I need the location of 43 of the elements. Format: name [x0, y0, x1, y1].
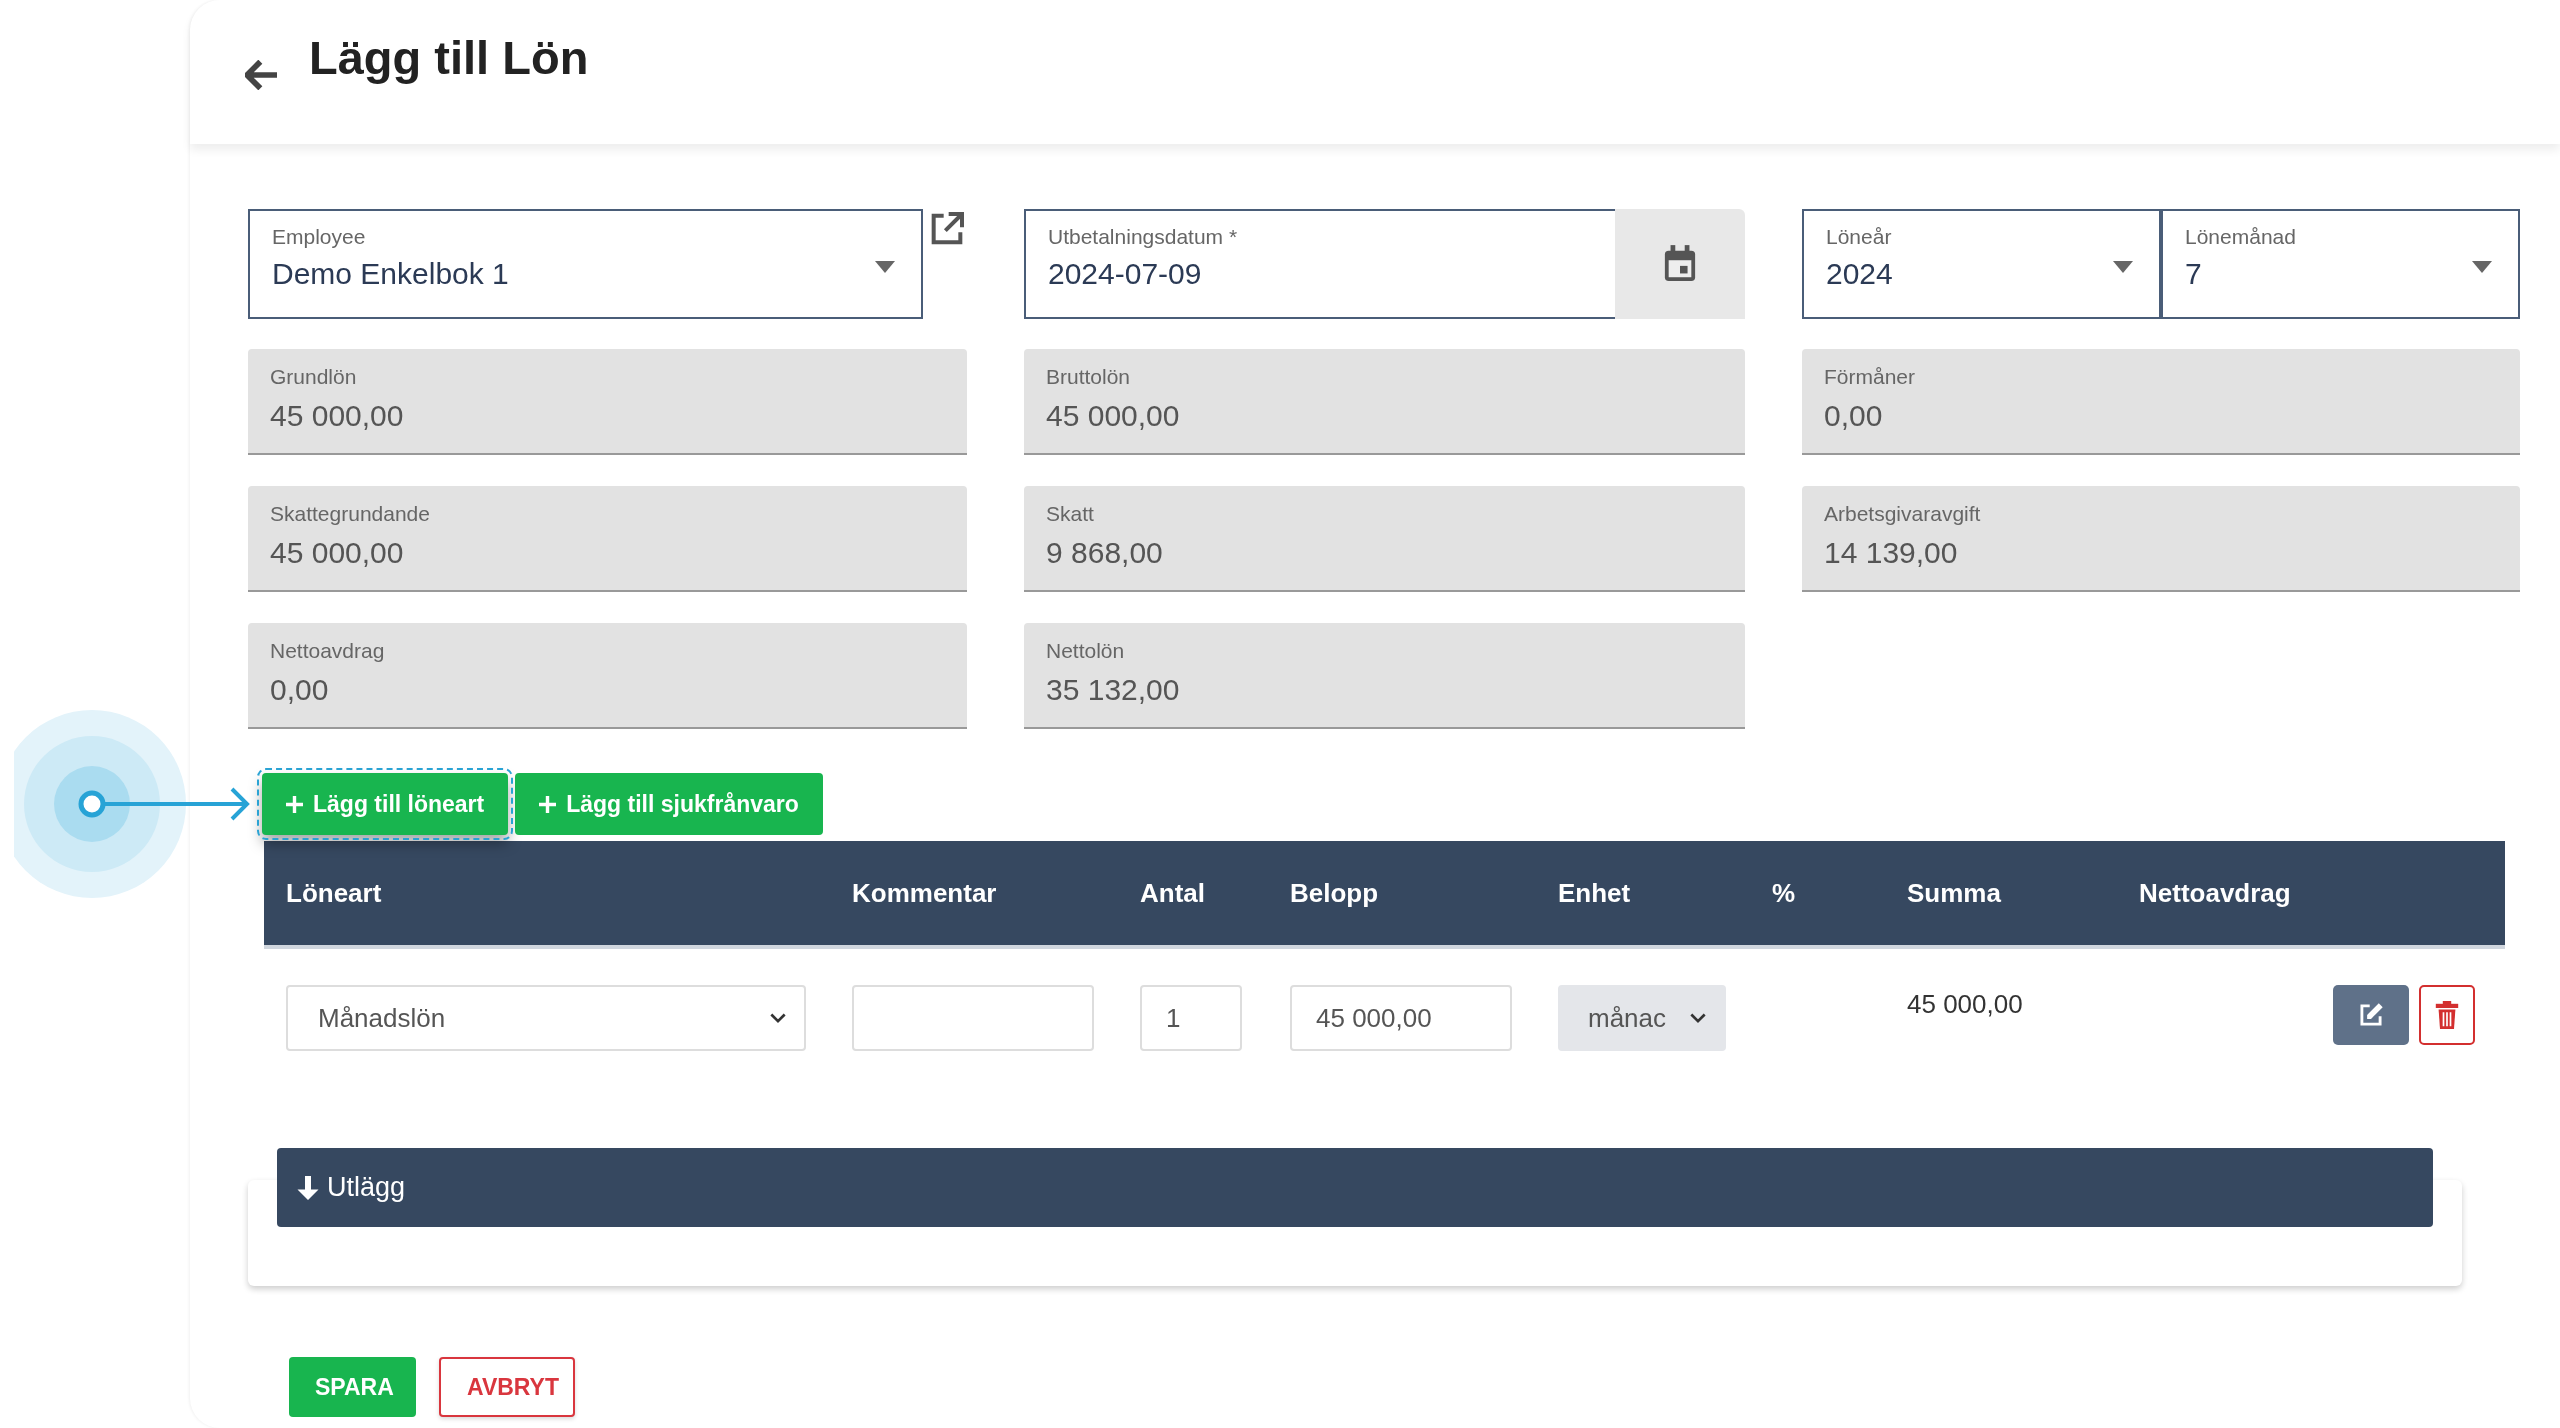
expenses-header[interactable]: Utlägg	[277, 1148, 2433, 1227]
page-title: Lägg till Lön	[309, 29, 589, 85]
caret-down-icon	[2113, 261, 2133, 273]
column-header: Belopp	[1268, 841, 1536, 947]
month-select[interactable]: Lönemånad 7	[2161, 209, 2520, 319]
column-header: Summa	[1885, 841, 2117, 947]
calendar-button[interactable]	[1615, 209, 1745, 319]
back-arrow-icon[interactable]	[245, 60, 279, 90]
column-header: Enhet	[1536, 841, 1750, 947]
column-header: %	[1750, 841, 1885, 947]
edit-icon	[2358, 1001, 2384, 1029]
readonly-field: Skatt 9 868,00	[1024, 486, 1745, 592]
calendar-icon	[1663, 245, 1697, 283]
cancel-button[interactable]: AVBRYT	[439, 1357, 575, 1417]
plus-icon	[286, 795, 303, 813]
down-arrow-icon	[297, 1175, 319, 1200]
readonly-field: Nettoavdrag 0,00	[248, 623, 967, 729]
delete-button[interactable]	[2419, 985, 2475, 1045]
employee-select[interactable]: Employee Demo Enkelbok 1	[248, 209, 923, 319]
plus-icon	[539, 795, 557, 813]
date-field[interactable]: Utbetalningsdatum * 2024-07-09	[1024, 209, 1615, 319]
chevron-down-icon	[1690, 1012, 1706, 1024]
year-select[interactable]: Löneår 2024	[1802, 209, 2161, 319]
salary-type-select[interactable]: Månadslön	[286, 985, 806, 1051]
column-header: Kommentar	[830, 841, 1118, 947]
comment-input[interactable]	[852, 985, 1094, 1051]
readonly-field: Förmåner 0,00	[1802, 349, 2520, 455]
column-header: Löneart	[264, 841, 830, 947]
readonly-field: Grundlön 45 000,00	[248, 349, 967, 455]
column-header: Nettoavdrag	[2117, 841, 2300, 947]
column-header: Antal	[1118, 841, 1268, 947]
amount-input[interactable]: 45 000,00	[1290, 985, 1512, 1051]
quantity-input[interactable]: 1	[1140, 985, 1242, 1051]
readonly-field: Nettolön 35 132,00	[1024, 623, 1745, 729]
readonly-field: Arbetsgivaravgift 14 139,00	[1802, 486, 2520, 592]
readonly-field: Bruttolön 45 000,00	[1024, 349, 1745, 455]
readonly-field: Skattegrundande 45 000,00	[248, 486, 967, 592]
caret-down-icon	[2472, 261, 2492, 273]
edit-button[interactable]	[2333, 985, 2409, 1045]
caret-down-icon	[875, 261, 895, 273]
table-cell: 45 000,00	[1907, 989, 2023, 1020]
chevron-down-icon	[770, 1012, 786, 1024]
trash-icon	[2434, 1001, 2460, 1029]
